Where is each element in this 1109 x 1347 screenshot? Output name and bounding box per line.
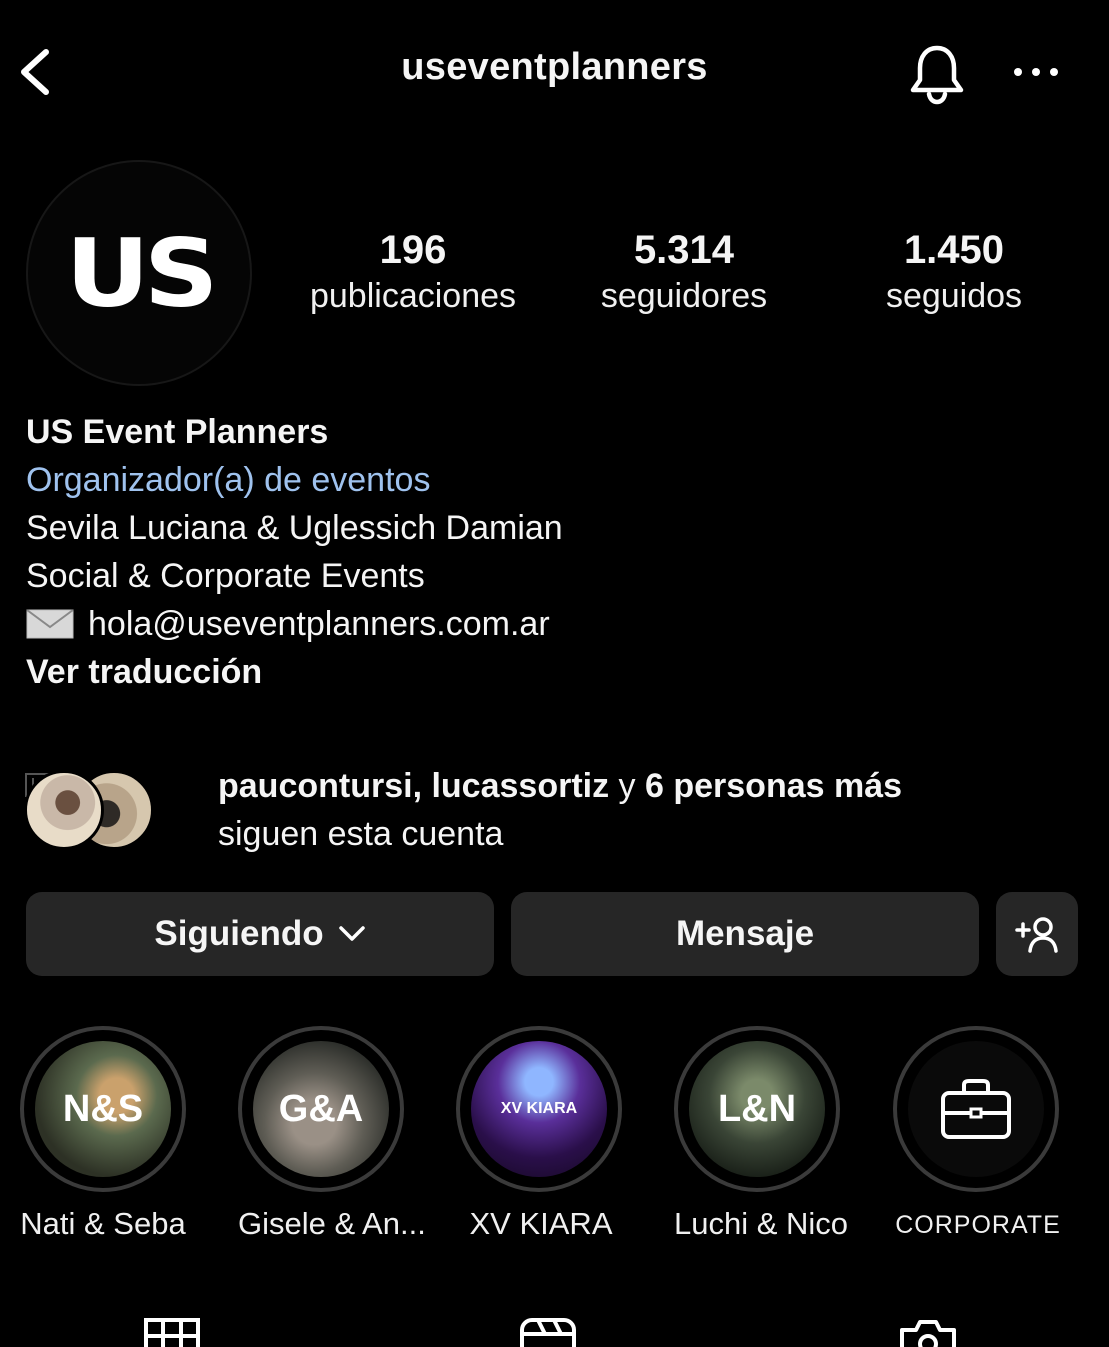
highlight-ring <box>893 1026 1059 1192</box>
highlight-cover: N&S <box>35 1041 171 1177</box>
avatar <box>24 770 104 850</box>
bell-icon <box>910 45 964 105</box>
highlight-item[interactable]: XV KIARA XV KIARA <box>456 1026 626 1242</box>
highlight-label: Nati & Seba <box>20 1206 186 1241</box>
highlight-item[interactable]: N&S Nati & Seba <box>20 1026 190 1242</box>
profile-tabs <box>0 1300 1109 1347</box>
highlight-cover: XV KIARA <box>471 1041 607 1177</box>
following-button[interactable]: Siguiendo <box>26 892 494 976</box>
followed-by-suffix: siguen esta cuenta <box>218 815 504 853</box>
highlight-label: XV KIARA <box>469 1206 613 1241</box>
bio-email-row: hola@useventplanners.com.ar <box>26 600 1086 648</box>
profile-avatar[interactable]: US <box>26 160 252 386</box>
add-user-icon <box>1015 917 1058 953</box>
followed-by-names: paucontursi, lucassortiz <box>218 767 610 805</box>
reels-icon <box>520 1318 576 1347</box>
more-horizontal-icon <box>1014 68 1058 76</box>
notifications-button[interactable] <box>904 40 970 106</box>
avatar-logo: US <box>65 218 218 328</box>
highlight-item[interactable]: L&N Luchi & Nico <box>674 1026 849 1242</box>
tagged-icon <box>900 1320 956 1347</box>
highlight-label: Gisele & An... <box>238 1206 426 1241</box>
stat-followers-label: seguidores <box>600 277 768 315</box>
message-button[interactable]: Mensaje <box>511 892 979 976</box>
grid-icon <box>144 1318 200 1347</box>
message-button-label: Mensaje <box>675 914 815 953</box>
highlight-label: CORPORATE <box>895 1211 1061 1239</box>
profile-bio: US Event Planners Organizador(a) de even… <box>26 408 1086 696</box>
highlight-ring: N&S <box>20 1026 186 1192</box>
highlight-item[interactable]: G&A Gisele & An... <box>238 1026 426 1242</box>
highlight-cover <box>908 1041 1044 1177</box>
stat-followers[interactable]: 5.314 seguidores <box>554 226 814 318</box>
followed-by-others: 6 personas más <box>645 767 903 805</box>
see-translation-link[interactable]: Ver traducción <box>26 648 1086 696</box>
chevron-down-icon <box>338 926 365 941</box>
envelope-icon <box>26 609 74 639</box>
highlight-cover: G&A <box>253 1041 389 1177</box>
stat-posts-label: publicaciones <box>309 277 517 315</box>
mutual-avatars <box>24 770 184 850</box>
stat-following-count: 1.450 <box>903 228 1005 272</box>
tab-reels[interactable] <box>518 1314 578 1347</box>
stat-following-label: seguidos <box>885 277 1023 315</box>
bio-line: Social & Corporate Events <box>26 557 425 595</box>
top-bar: useventplanners <box>0 0 1109 140</box>
profile-page: useventplanners US 196 publicaciones 5.3… <box>0 0 1109 1347</box>
stat-following[interactable]: 1.450 seguidos <box>824 226 1084 318</box>
tab-grid[interactable] <box>142 1314 202 1347</box>
followed-by[interactable]: paucontursi, lucassortiz y 6 personas má… <box>24 762 1084 862</box>
highlight-ring: L&N <box>674 1026 840 1192</box>
following-button-label: Siguiendo <box>154 914 324 953</box>
highlight-item[interactable]: CORPORATE <box>893 1026 1063 1240</box>
followed-by-text: paucontursi, lucassortiz y 6 personas má… <box>218 762 902 858</box>
stat-followers-count: 5.314 <box>633 228 735 272</box>
profile-name: US Event Planners <box>26 413 329 451</box>
suggest-users-button[interactable] <box>996 892 1078 976</box>
highlight-label: Luchi & Nico <box>674 1206 849 1241</box>
profile-category[interactable]: Organizador(a) de eventos <box>26 456 1086 504</box>
tab-tagged[interactable] <box>898 1314 958 1347</box>
stat-posts-count: 196 <box>379 228 447 272</box>
highlight-ring: XV KIARA <box>456 1026 622 1192</box>
bio-email[interactable]: hola@useventplanners.com.ar <box>88 600 550 648</box>
more-options-button[interactable] <box>1008 56 1064 88</box>
stat-posts[interactable]: 196 publicaciones <box>283 226 543 318</box>
highlight-ring: G&A <box>238 1026 404 1192</box>
followed-by-connector: y <box>609 767 645 805</box>
highlight-cover: L&N <box>689 1041 825 1177</box>
bio-line: Sevila Luciana & Uglessich Damian <box>26 509 563 547</box>
briefcase-icon <box>941 1079 1011 1139</box>
